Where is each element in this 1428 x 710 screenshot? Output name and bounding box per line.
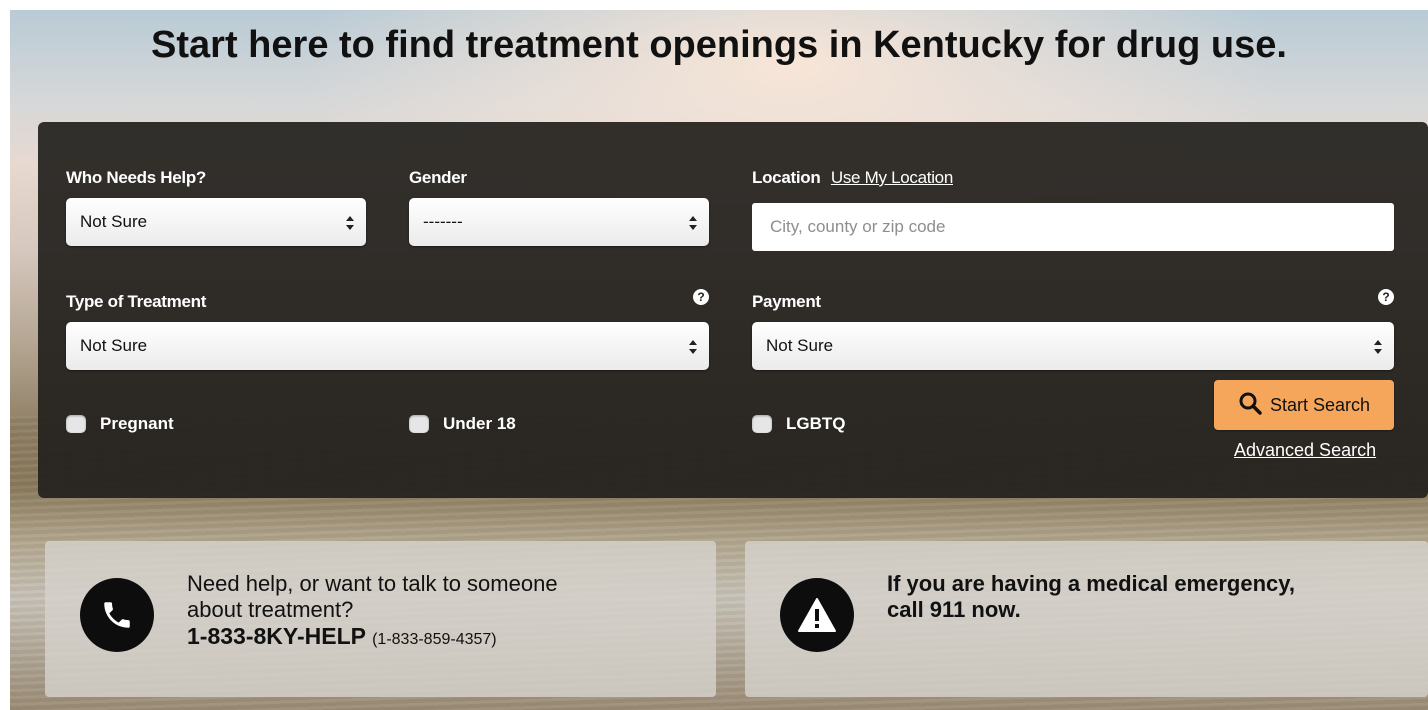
emergency-text: If you are having a medical emergency, c…: [887, 571, 1295, 623]
help-card: Need help, or want to talk to someone ab…: [45, 541, 716, 697]
help-line-1: Need help, or want to talk to someone: [187, 571, 558, 596]
select-arrows-icon: [1374, 322, 1382, 370]
helpline-number[interactable]: 1-833-8KY-HELP (1-833-859-4357): [187, 623, 558, 653]
under-18-checkbox[interactable]: Under 18: [409, 414, 516, 434]
helpline-numeric: (1-833-859-4357): [372, 631, 497, 648]
help-text: Need help, or want to talk to someone ab…: [187, 571, 558, 653]
emergency-line-2: call 911 now.: [887, 597, 1021, 622]
payment-select[interactable]: Not Sure: [752, 322, 1394, 370]
advanced-search-link[interactable]: Advanced Search: [1234, 440, 1376, 461]
location-label: Location: [752, 168, 821, 187]
location-input[interactable]: [752, 203, 1394, 251]
checkbox-box[interactable]: [66, 415, 86, 433]
checkbox-box[interactable]: [752, 415, 772, 433]
emergency-line-1: If you are having a medical emergency,: [887, 571, 1295, 596]
use-my-location-link[interactable]: Use My Location: [831, 168, 953, 187]
pregnant-checkbox[interactable]: Pregnant: [66, 414, 174, 434]
helpline-main[interactable]: 1-833-8KY-HELP: [187, 623, 366, 649]
help-line-2: about treatment?: [187, 597, 354, 622]
emergency-card: If you are having a medical emergency, c…: [745, 541, 1428, 697]
who-needs-help-select[interactable]: Not Sure: [66, 198, 366, 246]
start-search-button[interactable]: Start Search: [1214, 380, 1394, 430]
pregnant-label: Pregnant: [100, 414, 174, 433]
hero-background: Start here to find treatment openings in…: [10, 10, 1428, 710]
payment-value: Not Sure: [766, 336, 834, 355]
who-needs-help-value: Not Sure: [80, 212, 148, 231]
treatment-type-value: Not Sure: [80, 336, 148, 355]
warning-icon: [780, 578, 854, 652]
gender-label: Gender: [409, 168, 467, 187]
checkbox-box[interactable]: [409, 415, 429, 433]
who-needs-help-label: Who Needs Help?: [66, 168, 207, 187]
start-search-label: Start Search: [1269, 394, 1371, 415]
payment-label: Payment: [752, 292, 821, 311]
treatment-type-select[interactable]: Not Sure: [66, 322, 709, 370]
lgbtq-label: LGBTQ: [786, 414, 846, 433]
select-arrows-icon: [689, 198, 697, 246]
gender-select[interactable]: -------: [409, 198, 709, 246]
search-icon: [1238, 391, 1262, 420]
select-arrows-icon: [346, 198, 354, 246]
search-form-panel: Who Needs Help? Not Sure Gender ------- …: [38, 122, 1428, 498]
page-title: Start here to find treatment openings in…: [151, 24, 1287, 66]
under-18-label: Under 18: [443, 414, 516, 433]
gender-value: -------: [423, 212, 463, 231]
treatment-type-label: Type of Treatment: [66, 292, 207, 311]
select-arrows-icon: [689, 322, 697, 370]
payment-help-icon[interactable]: ?: [1378, 289, 1394, 305]
phone-icon[interactable]: [80, 578, 154, 652]
location-label-row: Location Use My Location: [752, 168, 953, 188]
lgbtq-checkbox[interactable]: LGBTQ: [752, 414, 846, 434]
treatment-help-icon[interactable]: ?: [693, 289, 709, 305]
